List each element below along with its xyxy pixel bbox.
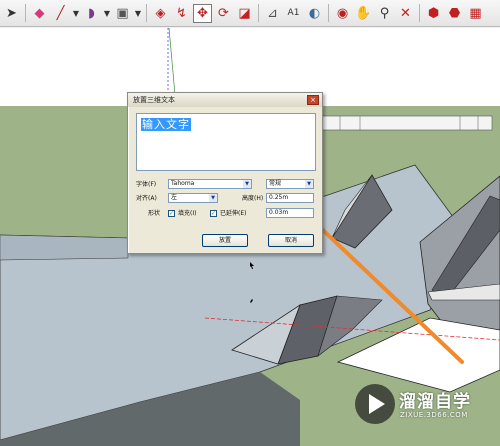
- chevron-down-icon[interactable]: ▼: [305, 180, 313, 188]
- pencil-line-icon[interactable]: ╱: [51, 4, 70, 23]
- rotate-icon[interactable]: ⟳: [214, 4, 233, 23]
- zoom-icon[interactable]: ⚲: [375, 4, 394, 23]
- font-style-value: 常规: [269, 180, 282, 187]
- extrude-field[interactable]: 0.03m: [266, 208, 314, 218]
- select-arrow-icon[interactable]: ➤: [2, 4, 21, 23]
- place-3d-text-dialog: 放置三维文本 × 输入文字 字体(F) Tahoma ▼ 常规 ▼ 对齐(A) …: [127, 92, 323, 254]
- text-icon[interactable]: A1: [284, 4, 303, 23]
- place-button[interactable]: 放置: [202, 234, 248, 247]
- watermark-title: 溜溜自学: [399, 392, 471, 412]
- font-style-select[interactable]: 常规 ▼: [266, 179, 314, 189]
- toolbar-separator: [25, 4, 26, 22]
- chevron-down-icon[interactable]: ▼: [103, 9, 111, 18]
- chevron-down-icon[interactable]: ▼: [72, 9, 80, 18]
- dialog-title: 放置三维文本: [128, 93, 322, 107]
- fill-label: 填充(I): [178, 210, 197, 217]
- component-2-icon[interactable]: ⬣: [445, 4, 464, 23]
- tape-measure-icon[interactable]: ⊿: [263, 4, 282, 23]
- text-input[interactable]: 输入文字: [136, 113, 316, 171]
- height-label: 高度(H): [242, 195, 264, 202]
- extrude-checkbox[interactable]: ✓: [210, 210, 217, 217]
- fill-checkbox[interactable]: ✓: [168, 210, 175, 217]
- play-logo-icon: [355, 384, 395, 424]
- font-label: 字体(F): [136, 181, 157, 188]
- pan-icon[interactable]: ✋: [354, 4, 373, 23]
- chevron-down-icon[interactable]: ▼: [209, 194, 217, 202]
- selected-text[interactable]: 输入文字: [141, 118, 191, 131]
- play-icon: [369, 394, 385, 414]
- toolbar-separator: [146, 4, 147, 22]
- font-value: Tahoma: [171, 180, 195, 187]
- push-pull-icon[interactable]: ◈: [151, 4, 170, 23]
- move-icon[interactable]: ✥: [193, 3, 212, 23]
- close-icon[interactable]: ×: [307, 95, 319, 105]
- chevron-down-icon[interactable]: ▼: [243, 180, 251, 188]
- toolbar-separator: [328, 4, 329, 22]
- toolbar-separator: [419, 4, 420, 22]
- eraser-icon[interactable]: ◆: [30, 4, 49, 23]
- component-1-icon[interactable]: ⬢: [424, 4, 443, 23]
- rectangle-icon[interactable]: ▣: [113, 4, 132, 23]
- main-toolbar: ➤ ◆ ╱ ▼ ◗ ▼ ▣ ▼ ◈ ↯ ✥ ⟳ ◪ ⊿ A1 ◐ ◉ ✋ ⚲ ✕…: [0, 0, 500, 27]
- extrude-label: 已延伸(E): [220, 210, 247, 217]
- watermark: 溜溜自学 ZIXUE.3D66.COM: [352, 376, 474, 434]
- cancel-button[interactable]: 取消: [268, 234, 314, 247]
- follow-me-icon[interactable]: ↯: [172, 4, 191, 23]
- align-label: 对齐(A): [136, 195, 157, 202]
- component-3-icon[interactable]: ▦: [466, 4, 485, 23]
- align-value: 左: [171, 194, 178, 201]
- height-field[interactable]: 0.25m: [266, 193, 314, 203]
- font-select[interactable]: Tahoma ▼: [168, 179, 252, 189]
- form-label: 形状: [148, 210, 161, 217]
- zoom-extents-icon[interactable]: ✕: [396, 4, 415, 23]
- paint-bucket-icon[interactable]: ◐: [305, 4, 324, 23]
- watermark-subtitle: ZIXUE.3D66.COM: [400, 411, 468, 419]
- arc-icon[interactable]: ◗: [82, 4, 101, 23]
- toolbar-separator: [258, 4, 259, 22]
- chevron-down-icon[interactable]: ▼: [134, 9, 142, 18]
- orbit-icon[interactable]: ◉: [333, 4, 352, 23]
- scale-icon[interactable]: ◪: [235, 4, 254, 23]
- align-select[interactable]: 左 ▼: [168, 193, 218, 203]
- distant-block: [321, 115, 493, 131]
